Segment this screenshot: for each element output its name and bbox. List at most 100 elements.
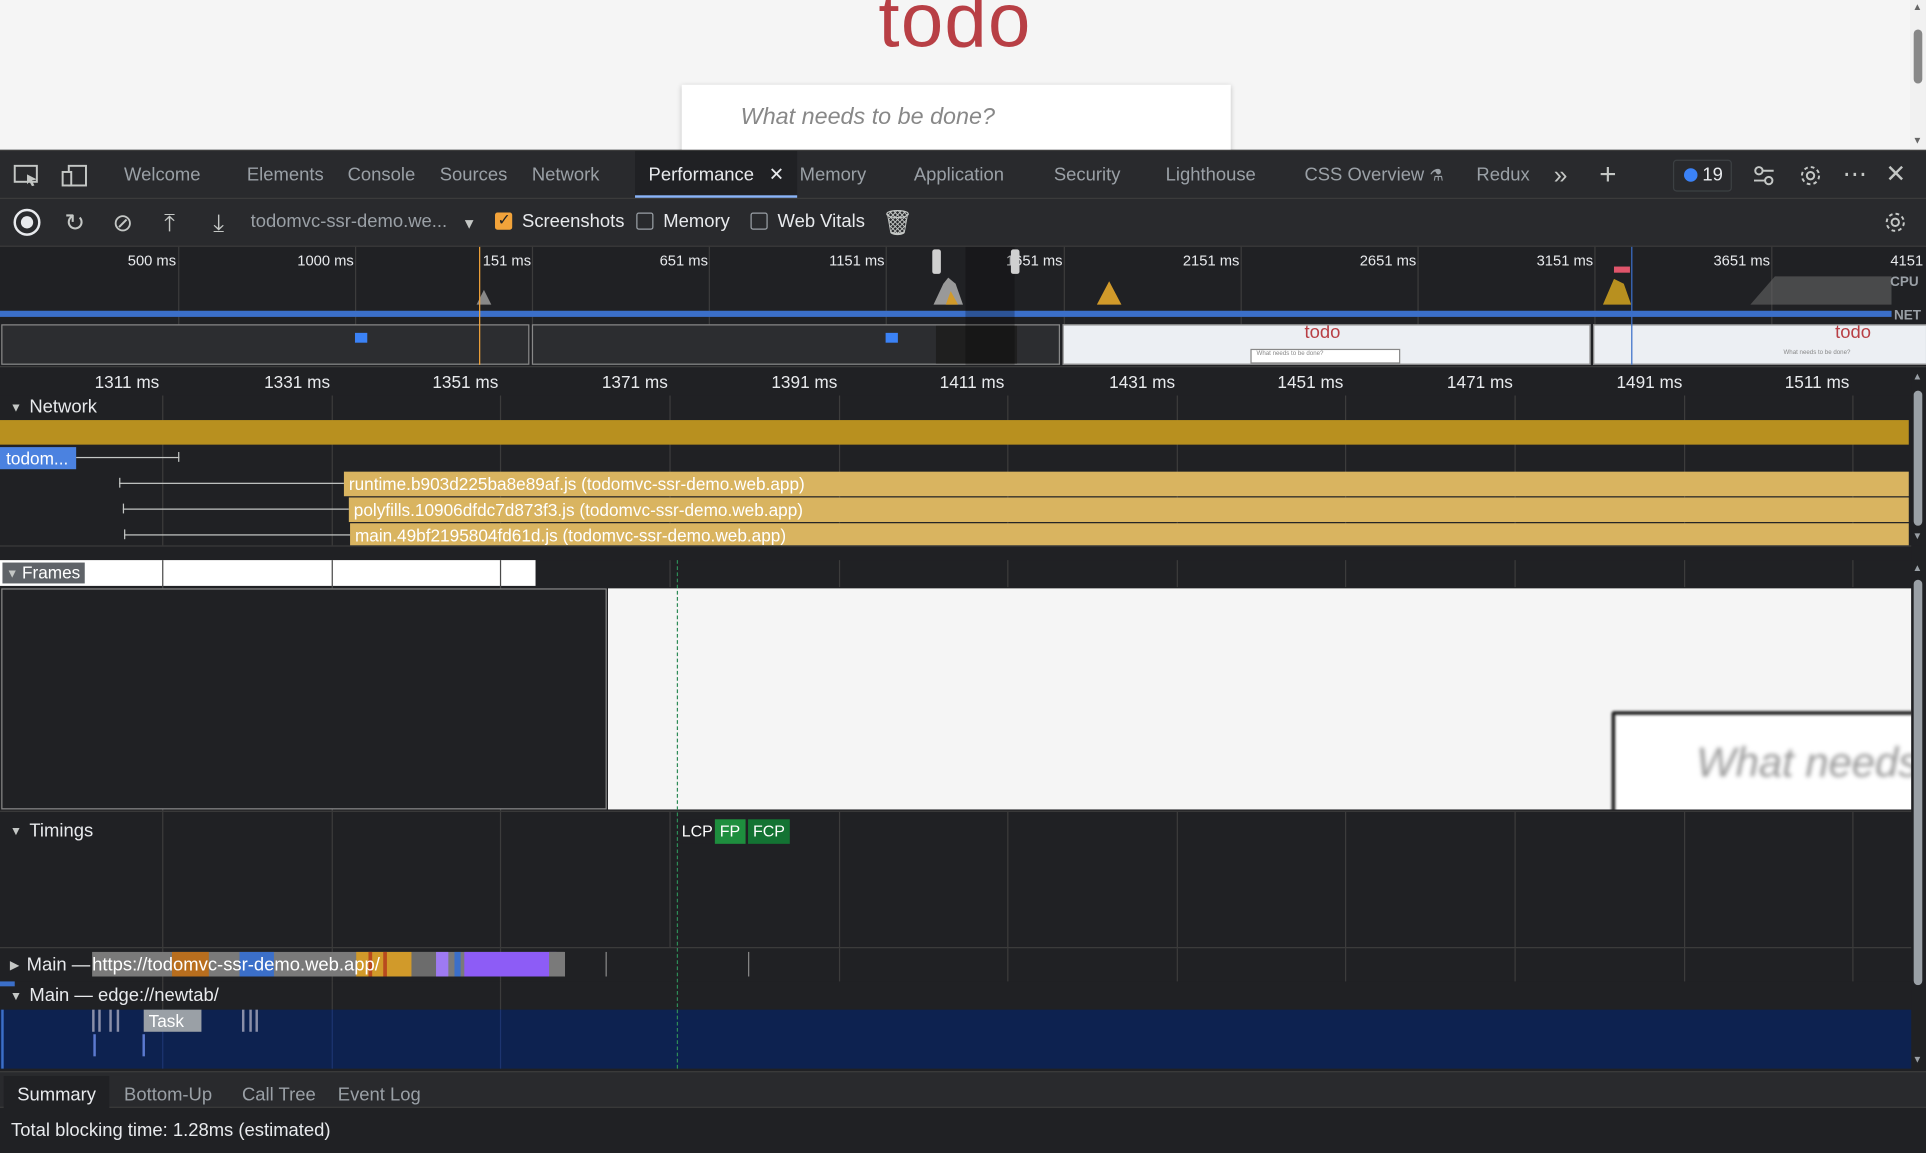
network-track[interactable]: ▼ Network todom... runtime.b903d225ba8e89…: [0, 395, 1912, 548]
screenshot-thumbnail[interactable]: [1, 324, 530, 365]
timings-track-header[interactable]: ▼ Timings: [10, 821, 93, 842]
tab-bottom-up[interactable]: Bottom-Up: [111, 1078, 226, 1111]
memory-checkbox[interactable]: [636, 212, 654, 230]
capture-settings-gear-icon[interactable]: [1882, 210, 1909, 237]
timings-track[interactable]: ▼ Timings LCP FP FCP: [0, 810, 1912, 948]
window-right-handle[interactable]: [1010, 249, 1020, 274]
fcp-marker[interactable]: FCP: [748, 819, 790, 844]
download-profile-icon[interactable]: ⤓: [205, 210, 232, 237]
main-thread-header[interactable]: ▼ Main — edge://newtab/: [10, 985, 219, 1006]
frames-track-header[interactable]: ▼ Frames: [2, 562, 86, 585]
tab-css-overview-label: CSS Overview: [1304, 164, 1425, 186]
tab-performance[interactable]: Performance ✕: [635, 151, 798, 198]
network-track-header[interactable]: ▼ Network: [10, 397, 97, 418]
collapse-triangle-icon[interactable]: ▼: [6, 564, 18, 585]
close-tab-icon[interactable]: ✕: [769, 165, 784, 186]
customize-icon[interactable]: [1752, 163, 1777, 191]
scroll-up-icon[interactable]: ▲: [1912, 1, 1922, 12]
main-thread-track-newtab[interactable]: ▼ Main — edge://newtab/: [0, 981, 1912, 1010]
main-thread-label: Main — edge://newtab/: [29, 985, 219, 1006]
timeline-ruler: 1311 ms 1331 ms 1351 ms 1371 ms 1391 ms …: [0, 368, 1926, 396]
frame-preview-text: What needs t: [1696, 739, 1912, 787]
timeline-overview[interactable]: 500 ms 1000 ms 151 ms 651 ms 1151 ms 165…: [0, 246, 1926, 368]
main-thread-track[interactable]: ▶ Main — https://todomvc-ssr-demo.web.app…: [0, 947, 1912, 983]
window-left-handle[interactable]: [932, 249, 941, 274]
device-toolbar-icon[interactable]: [61, 164, 88, 191]
tab-call-tree[interactable]: Call Tree: [228, 1078, 329, 1111]
tab-welcome[interactable]: Welcome: [111, 151, 214, 198]
frame-screenshot[interactable]: What needs t: [608, 588, 1912, 810]
main-thread-url: https://todomvc-ssr-demo.web.app/: [92, 954, 380, 976]
page-scroll-thumb[interactable]: [1913, 29, 1923, 84]
devtools-tabbar: Welcome Elements Console Sources Network…: [0, 149, 1926, 199]
network-scroll-thumb[interactable]: [1913, 390, 1923, 526]
settings-gear-icon[interactable]: [1798, 163, 1823, 191]
network-request[interactable]: main.49bf2195804fd61d.js (todomvc-ssr-de…: [350, 523, 1909, 548]
ruler-tick: 1511 ms: [1784, 372, 1850, 392]
tab-memory[interactable]: Memory: [786, 151, 880, 198]
trash-icon[interactable]: 🗑: [882, 210, 913, 237]
chevron-down-icon[interactable]: ▼: [456, 210, 483, 237]
upload-profile-icon[interactable]: ⤒: [156, 210, 183, 237]
page-scrollbar[interactable]: ▲ ▼: [1910, 0, 1926, 150]
more-tabs-icon[interactable]: »: [1554, 163, 1568, 188]
screenshot-thumbnail[interactable]: todo What needs to be done?: [1062, 324, 1591, 365]
tab-security[interactable]: Security: [1040, 151, 1134, 198]
task-event[interactable]: Task: [143, 1009, 202, 1032]
network-request[interactable]: runtime.b903d225ba8e89af.js (todomvc-ssr…: [343, 471, 1909, 497]
screenshot-input: What needs to be done?: [1250, 348, 1401, 364]
page-preview: todo What needs to be done? ▲ ▼: [0, 0, 1926, 150]
ruler-tick: 1351 ms: [432, 372, 499, 392]
flamechart-scrollbar[interactable]: ▲ ▼: [1911, 560, 1926, 1069]
frames-track[interactable]: ▼Frames What needs t: [0, 560, 1912, 811]
collapse-triangle-icon[interactable]: ▼: [10, 990, 22, 1004]
screenshots-checkbox[interactable]: [495, 210, 513, 230]
tab-console[interactable]: Console: [334, 151, 429, 198]
reload-record-icon[interactable]: ↻: [61, 210, 88, 237]
main-thread-flamechart[interactable]: [0, 1009, 1912, 1069]
page-title: todo: [878, 0, 1032, 64]
inspect-element-icon[interactable]: [13, 164, 41, 191]
tab-event-log[interactable]: Event Log: [324, 1078, 434, 1111]
close-devtools-icon[interactable]: ✕: [1885, 162, 1906, 187]
flamechart-scroll-thumb[interactable]: [1913, 579, 1923, 986]
issues-count: 19: [1702, 164, 1723, 186]
net-bar: [0, 310, 1892, 317]
more-options-icon[interactable]: ⋯: [1842, 162, 1867, 187]
collapse-triangle-icon[interactable]: ▼: [10, 825, 22, 839]
screenshot-thumbnail[interactable]: todo What needs to be done?: [1593, 324, 1926, 365]
fcp-guideline: [676, 560, 679, 1069]
scroll-down-icon[interactable]: ▼: [1912, 531, 1922, 542]
frames-title: Frames: [21, 562, 81, 583]
add-tab-icon[interactable]: +: [1599, 160, 1616, 190]
scroll-up-icon[interactable]: ▲: [1912, 563, 1922, 574]
target-select[interactable]: todomvc-ssr-demo.we...: [251, 211, 448, 232]
network-scrollbar[interactable]: ▲ ▼: [1911, 368, 1926, 546]
new-todo-input[interactable]: What needs to be done?: [681, 84, 1231, 150]
tab-network[interactable]: Network: [518, 151, 613, 198]
frame-screenshot-dark[interactable]: [1, 588, 607, 810]
main-thread-header[interactable]: ▶ Main —: [10, 954, 90, 975]
expand-triangle-icon[interactable]: ▶: [10, 959, 19, 973]
clear-icon[interactable]: ⊘: [109, 210, 136, 237]
tab-elements[interactable]: Elements: [233, 151, 337, 198]
scroll-up-icon[interactable]: ▲: [1912, 371, 1922, 382]
web-vitals-checkbox[interactable]: [750, 212, 768, 230]
ruler-tick: 1411 ms: [939, 372, 1005, 392]
network-request[interactable]: polyfills.10906dfdc7d873f3.js (todomvc-s…: [348, 497, 1909, 523]
tab-sources[interactable]: Sources: [426, 151, 521, 198]
tab-css-overview[interactable]: CSS Overview ⚗: [1291, 151, 1457, 198]
collapse-triangle-icon[interactable]: ▼: [10, 402, 22, 416]
scroll-down-icon[interactable]: ▼: [1912, 135, 1922, 146]
record-button[interactable]: [13, 208, 41, 236]
tab-summary[interactable]: Summary: [3, 1075, 110, 1112]
scroll-down-icon[interactable]: ▼: [1912, 1054, 1922, 1065]
issues-badge[interactable]: 19: [1672, 159, 1732, 192]
fp-marker[interactable]: FP: [714, 819, 746, 844]
tab-application[interactable]: Application: [900, 151, 1017, 198]
lcp-marker[interactable]: LCP: [676, 819, 718, 844]
tab-redux[interactable]: Redux: [1463, 151, 1543, 198]
overview-window[interactable]: [965, 246, 1015, 365]
network-request-document[interactable]: todom...: [0, 447, 77, 470]
tab-lighthouse[interactable]: Lighthouse: [1152, 151, 1269, 198]
